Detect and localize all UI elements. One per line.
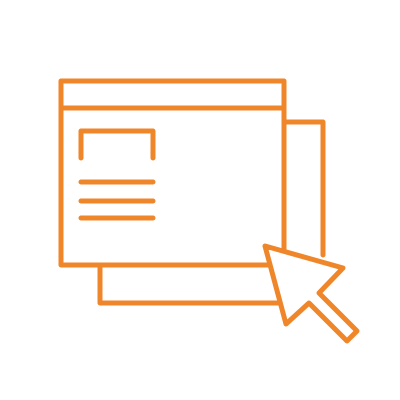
back-window-bottom — [97, 263, 287, 306]
cursor-arrow-icon — [262, 243, 360, 344]
icon-canvas — [0, 0, 400, 400]
back-window-outline — [281, 119, 326, 258]
image-placeholder-icon — [78, 128, 156, 161]
web-windows-with-cursor-icon — [58, 78, 360, 344]
